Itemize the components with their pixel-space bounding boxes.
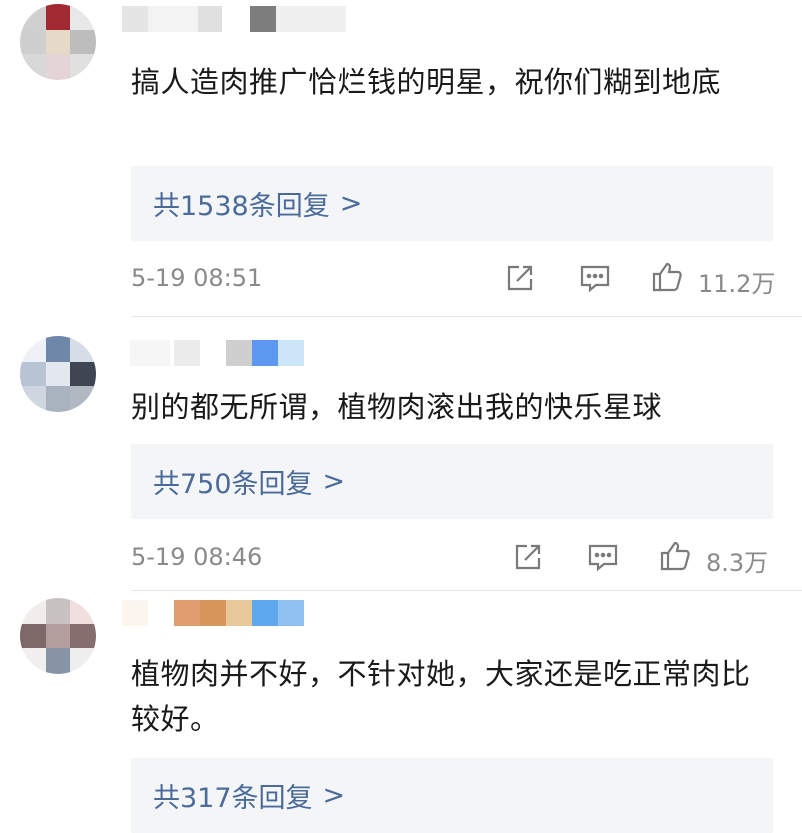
chevron-right-icon: > (322, 780, 346, 811)
reply-count-link[interactable]: 共1538条回复 > (131, 166, 773, 241)
comment-icon[interactable] (586, 540, 620, 574)
timestamp: 5-19 08:46 (131, 543, 263, 571)
like-icon[interactable] (650, 260, 684, 294)
like-count: 8.3万 (706, 549, 769, 577)
chevron-right-icon: > (322, 466, 346, 497)
comment-text: 植物肉并不好，不针对她，大家还是吃正常肉比较好。 (131, 657, 751, 736)
avatar[interactable] (20, 336, 96, 412)
reply-count-label: 共750条回复 (153, 469, 313, 500)
chevron-right-icon: > (339, 188, 363, 219)
avatar[interactable] (20, 598, 96, 674)
reply-count-link[interactable]: 共750条回复 > (131, 444, 773, 519)
reply-count-label: 共317条回复 (153, 783, 313, 814)
divider (131, 590, 802, 591)
avatar[interactable] (20, 4, 96, 80)
like-count: 11.2万 (698, 270, 776, 298)
share-icon[interactable] (503, 261, 537, 295)
comment-icon[interactable] (578, 261, 612, 295)
divider (131, 316, 802, 317)
reply-count-label: 共1538条回复 (153, 191, 330, 222)
comment-text: 搞人造肉推广恰烂钱的明星，祝你们糊到地底 (131, 65, 722, 99)
timestamp: 5-19 08:51 (131, 264, 263, 292)
share-icon[interactable] (511, 540, 545, 574)
username-blurred[interactable] (130, 340, 310, 366)
comment-text: 别的都无所谓，植物肉滚出我的快乐星球 (131, 390, 663, 424)
like-icon[interactable] (658, 539, 692, 573)
reply-count-link[interactable]: 共317条回复 > (131, 758, 773, 833)
username-blurred[interactable] (122, 600, 312, 626)
username-blurred[interactable] (122, 6, 362, 32)
